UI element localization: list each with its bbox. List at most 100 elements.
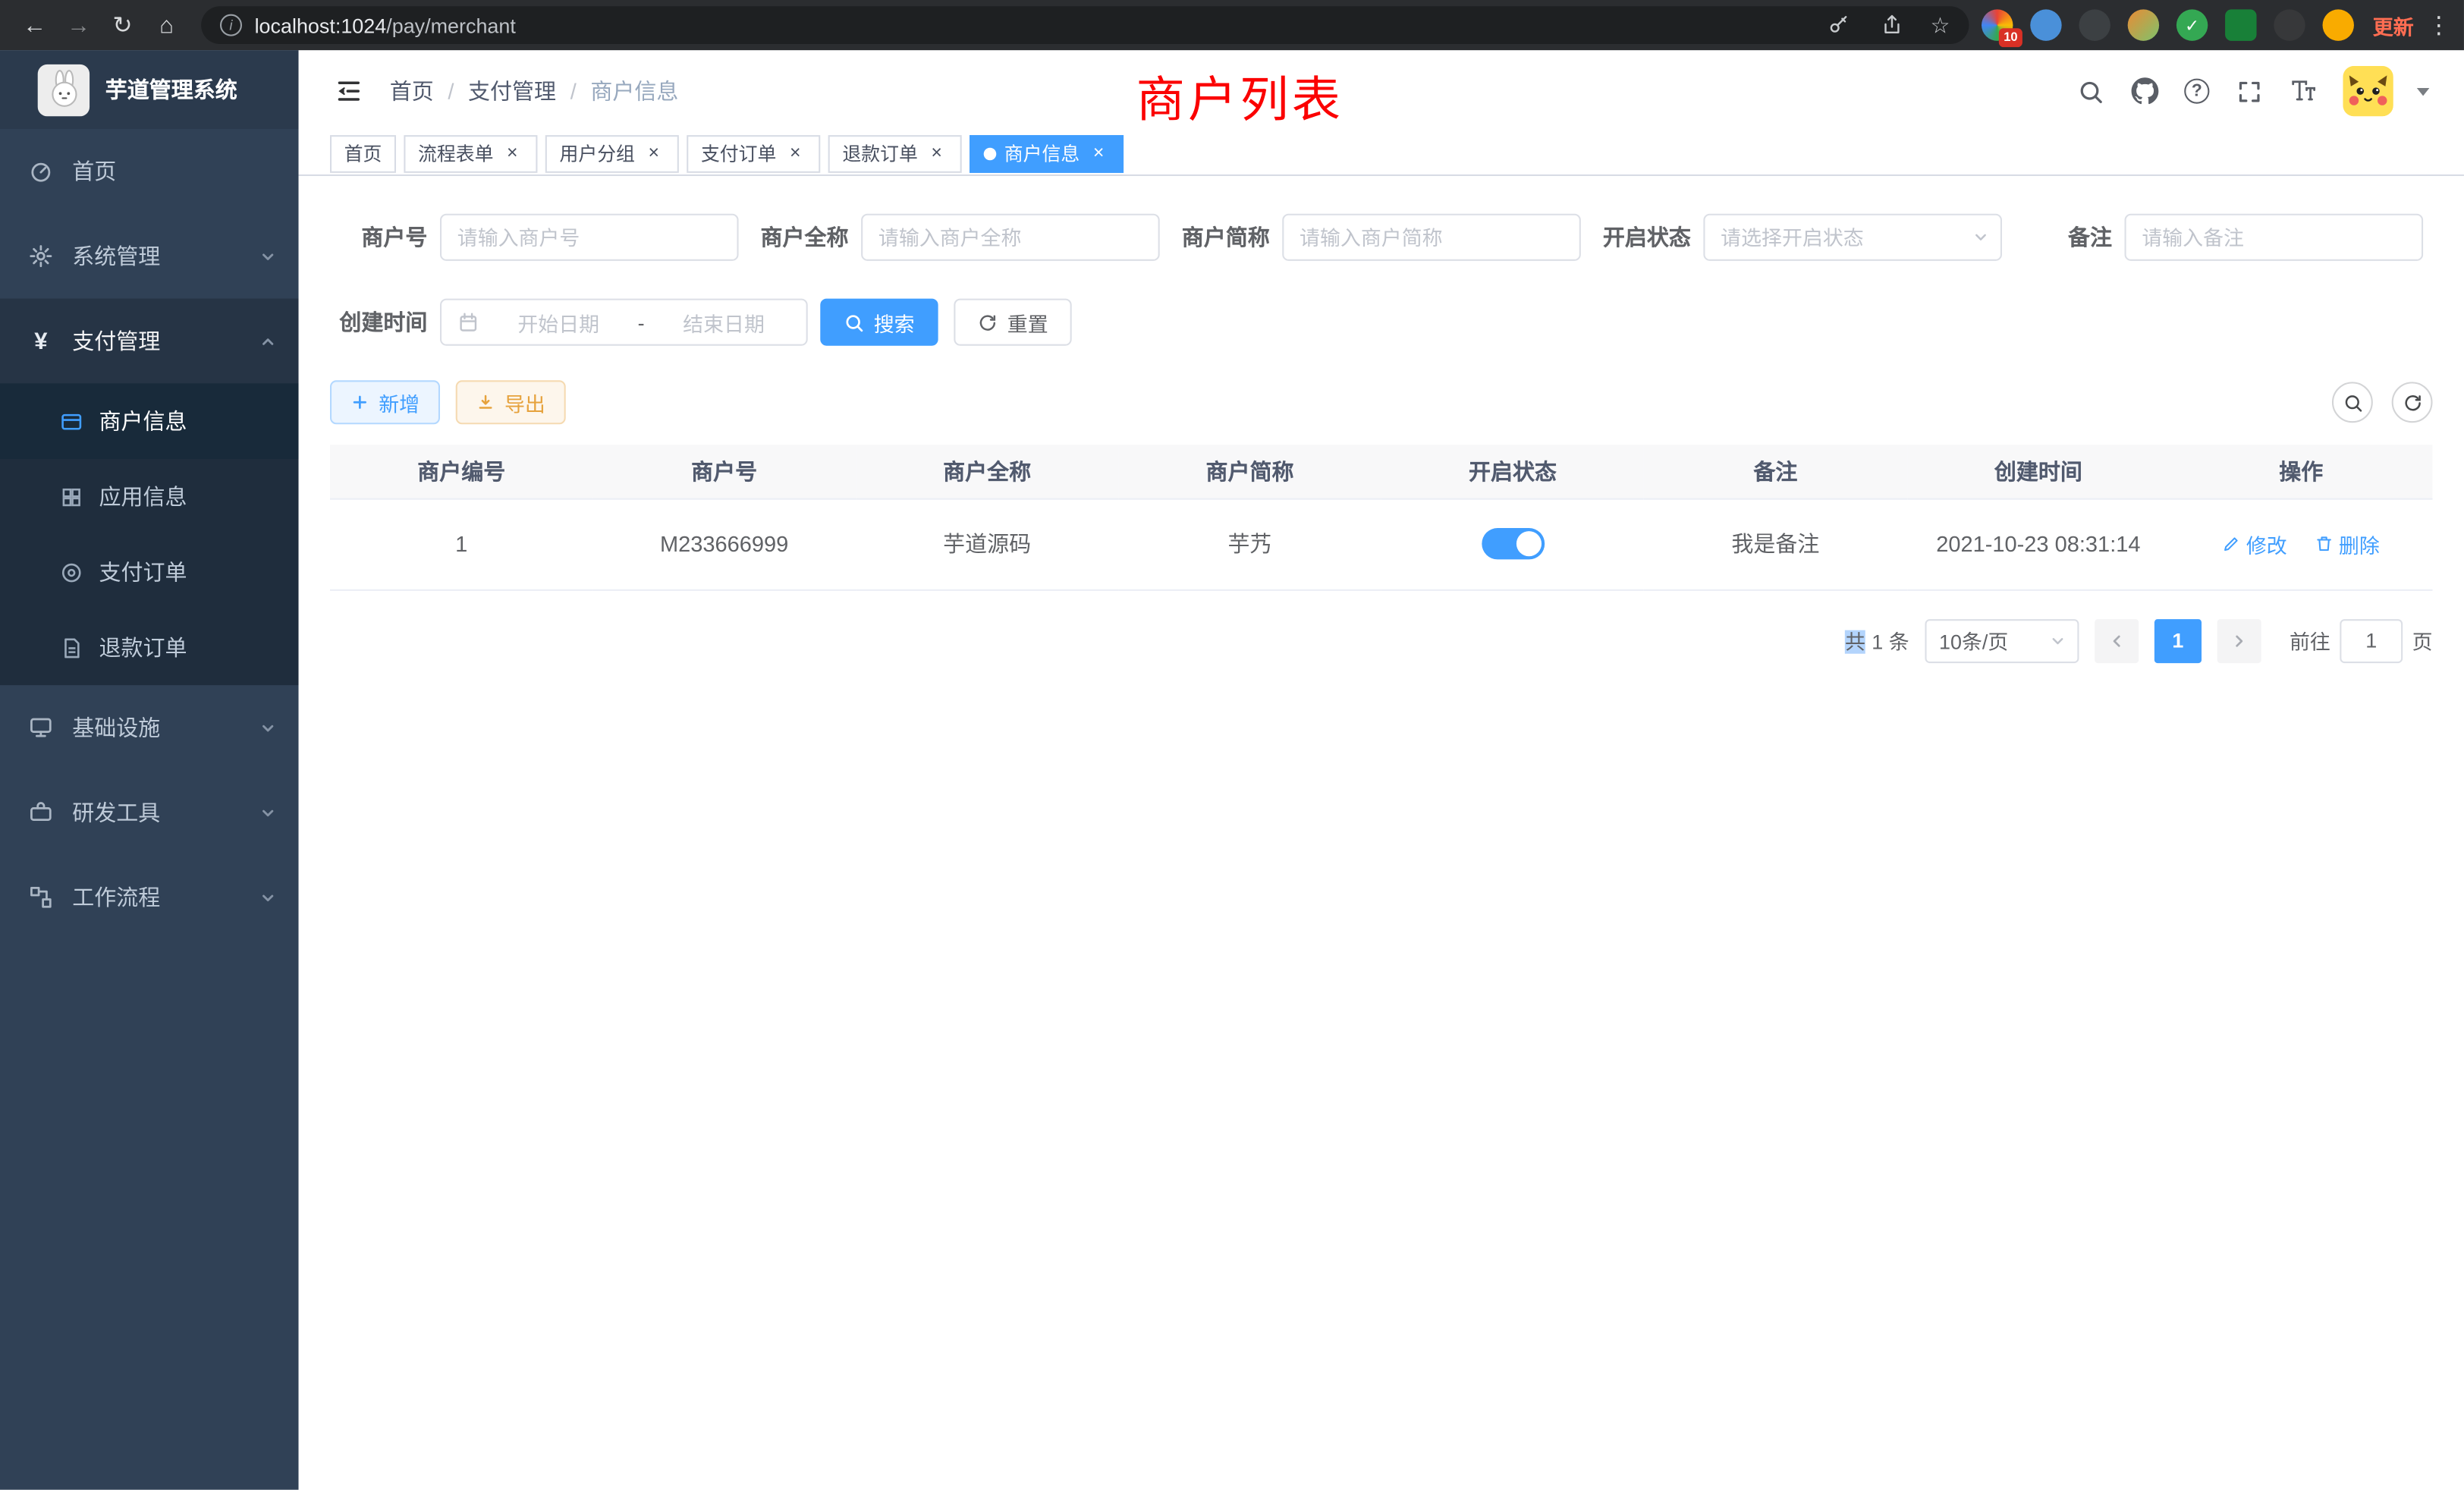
cell-merchant-no: M233666999 [592, 498, 855, 589]
page-size-select[interactable]: 10条/页 [1925, 618, 2079, 662]
chevron-down-icon[interactable] [2417, 87, 2430, 95]
search-icon[interactable] [2074, 75, 2105, 106]
col-header: 商户编号 [330, 445, 592, 498]
sidebar-item-payment[interactable]: ¥ 支付管理 [0, 299, 299, 384]
table-row: 1 M233666999 芋道源码 芋艿 我是备注 2021-10-23 08:… [330, 498, 2433, 589]
prev-page-button[interactable] [2095, 618, 2139, 662]
reload-icon[interactable]: ↻ [101, 3, 145, 47]
delete-button[interactable]: 删除 [2315, 529, 2380, 558]
page-number-button[interactable]: 1 [2154, 618, 2202, 662]
share-icon[interactable] [1877, 9, 1908, 40]
sidebar-item-dev-tools[interactable]: 研发工具 [0, 770, 299, 855]
bookmark-star-icon[interactable]: ☆ [1931, 14, 1950, 36]
chevron-down-icon [259, 888, 277, 906]
full-name-input[interactable] [861, 214, 1160, 261]
refresh-icon [2402, 392, 2422, 413]
extension-icon[interactable] [2225, 9, 2256, 40]
filter-row-1: 商户号 商户全称 商户简称 开启状态 [330, 214, 2433, 261]
remark-label: 备注 [2015, 222, 2112, 253]
tab-close-icon[interactable]: × [926, 142, 948, 164]
pagination-total: 共1 条 [1845, 625, 1909, 655]
tab-close-icon[interactable]: × [784, 142, 806, 164]
tab-label: 退款订单 [842, 140, 917, 166]
merchant-no-input[interactable] [440, 214, 739, 261]
chevron-down-icon [259, 719, 277, 737]
tab-close-icon[interactable]: × [1088, 142, 1110, 164]
remark-input[interactable] [2125, 214, 2424, 261]
extension-icon[interactable]: 10 [1982, 9, 2013, 40]
sidebar-item-merchant-info[interactable]: 商户信息 [0, 383, 299, 458]
sidebar-item-app-info[interactable]: 应用信息 [0, 459, 299, 534]
status-label: 开启状态 [1593, 222, 1690, 253]
address-bar[interactable]: i localhost:1024/pay/merchant ☆ [201, 6, 1969, 44]
col-header: 开启状态 [1381, 445, 1644, 498]
sidebar-item-refund-orders[interactable]: 退款订单 [0, 610, 299, 685]
forward-icon[interactable]: → [57, 3, 101, 47]
chevron-down-icon [259, 804, 277, 822]
help-icon[interactable]: ? [2184, 79, 2209, 104]
breadcrumb-payment[interactable]: 支付管理 [468, 75, 556, 106]
tab-user-group[interactable]: 用户分组 × [545, 134, 679, 172]
tab-close-icon[interactable]: × [501, 142, 523, 164]
reset-button[interactable]: 重置 [954, 299, 1071, 346]
app-logo[interactable]: 芋道管理系统 [0, 50, 299, 129]
col-header: 备注 [1644, 445, 1906, 498]
export-button[interactable]: 导出 [456, 380, 566, 424]
target-icon [60, 560, 83, 583]
col-header: 商户号 [592, 445, 855, 498]
extension-badge: 10 [1999, 28, 2022, 47]
sidebar-item-system[interactable]: 系统管理 [0, 214, 299, 299]
extension-icon[interactable] [2274, 9, 2305, 40]
back-icon[interactable]: ← [13, 3, 57, 47]
browser-update-button[interactable]: 更新 [2373, 10, 2414, 39]
extension-icon[interactable] [2322, 9, 2353, 40]
add-button[interactable]: 新增 [330, 380, 440, 424]
sidebar-item-infra[interactable]: 基础设施 [0, 685, 299, 770]
search-button[interactable]: 搜索 [820, 299, 938, 346]
tab-pay-orders[interactable]: 支付订单 × [687, 134, 820, 172]
col-header: 创建时间 [1907, 445, 2170, 498]
fullscreen-icon[interactable] [2233, 75, 2264, 106]
extension-icon[interactable] [2079, 9, 2110, 40]
browser-chrome: ← → ↻ ⌂ i localhost:1024/pay/merchant ☆ … [0, 0, 2464, 50]
next-page-button[interactable] [2217, 618, 2261, 662]
breadcrumb-home[interactable]: 首页 [390, 75, 434, 106]
toggle-search-button[interactable] [2332, 382, 2373, 423]
download-icon [476, 393, 495, 412]
fold-sidebar-icon[interactable] [333, 75, 364, 106]
cell-id: 1 [330, 498, 592, 589]
chevron-down-icon [1972, 228, 1990, 246]
cell-full-name: 芋道源码 [856, 498, 1118, 589]
sidebar-item-pay-orders[interactable]: 支付订单 [0, 534, 299, 609]
tab-close-icon[interactable]: × [643, 142, 665, 164]
tab-home[interactable]: 首页 [330, 134, 396, 172]
edit-button[interactable]: 修改 [2223, 529, 2287, 558]
cell-remark: 我是备注 [1644, 498, 1906, 589]
user-avatar[interactable] [2343, 66, 2393, 116]
extension-icon[interactable] [2128, 9, 2159, 40]
sidebar-item-label: 基础设施 [72, 712, 160, 743]
logo-image [38, 64, 90, 115]
site-info-icon[interactable]: i [220, 14, 242, 36]
page-header: 首页 / 支付管理 / 商户信息 商户列表 ? [299, 50, 2464, 132]
github-icon[interactable] [2129, 75, 2161, 106]
url-path: /pay/merchant [386, 14, 516, 37]
status-select[interactable] [1703, 214, 2002, 261]
browser-extensions: 10 ✓ [1982, 9, 2354, 40]
tab-process-form[interactable]: 流程表单 × [404, 134, 537, 172]
goto-page-input[interactable] [2340, 618, 2403, 662]
refresh-table-button[interactable] [2392, 382, 2433, 423]
tab-refund-orders[interactable]: 退款订单 × [828, 134, 962, 172]
sidebar-item-workflow[interactable]: 工作流程 [0, 855, 299, 940]
browser-menu-icon[interactable]: ⋮ [2426, 11, 2451, 39]
status-toggle[interactable] [1482, 528, 1545, 559]
home-icon[interactable]: ⌂ [145, 3, 189, 47]
sidebar-item-home[interactable]: 首页 [0, 129, 299, 214]
password-key-icon[interactable] [1824, 9, 1855, 40]
create-time-range-picker[interactable]: 开始日期 - 结束日期 [440, 299, 808, 346]
extension-icon[interactable] [2030, 9, 2061, 40]
extension-icon[interactable]: ✓ [2176, 9, 2208, 40]
font-size-icon[interactable] [2288, 75, 2319, 106]
short-name-input[interactable] [1282, 214, 1581, 261]
tab-merchant-info[interactable]: 商户信息 × [970, 134, 1124, 172]
